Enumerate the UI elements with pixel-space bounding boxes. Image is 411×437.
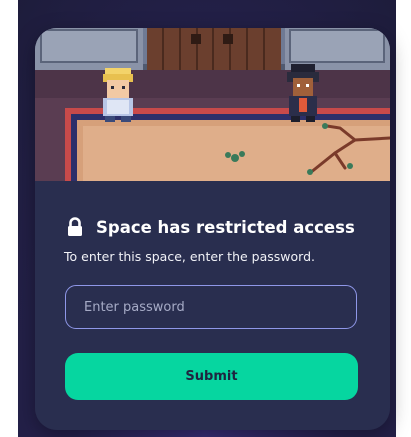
dialog-subtitle: To enter this space, enter the password. [64,249,315,264]
window-edge-right [396,0,411,437]
window-edge-left [0,0,18,437]
password-input[interactable] [65,285,357,329]
submit-button[interactable]: Submit [65,353,358,400]
dialog-header: Space has restricted access [66,217,355,237]
dialog-title: Space has restricted access [96,217,355,237]
space-preview-image [35,28,390,181]
password-dialog: Space has restricted access To enter thi… [35,28,390,430]
lock-icon [66,217,84,237]
dialog-body: Space has restricted access To enter thi… [35,181,390,430]
